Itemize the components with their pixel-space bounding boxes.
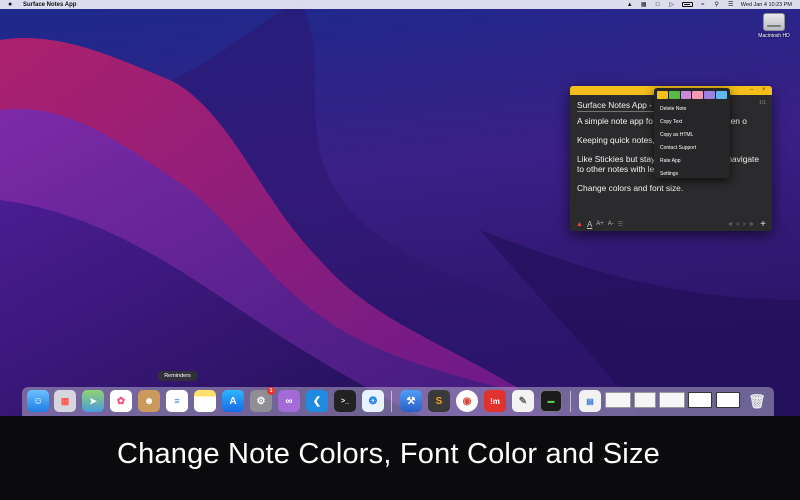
launchpad-icon[interactable]: ▦ [54, 390, 76, 412]
color-swatch[interactable] [704, 91, 716, 99]
photos-icon[interactable]: ✿ [110, 390, 132, 412]
sublime-text-icon[interactable]: S [428, 390, 450, 412]
font-color-button[interactable]: A [587, 220, 592, 229]
display-icon[interactable]: □ [654, 2, 662, 8]
caption-text: Change Note Colors, Font Color and Size [117, 438, 660, 470]
add-note-button[interactable]: + [760, 219, 766, 230]
visual-studio-icon[interactable]: ∞ [278, 390, 300, 412]
xcode-icon[interactable]: ⚒ [400, 390, 422, 412]
minimized-window-thumbnail[interactable] [716, 392, 740, 408]
sound-icon[interactable]: ▷ [668, 2, 676, 8]
desktop-screen: ● Surface Notes App ▲ ▦ □ ▷ ≈ ⚲ ☰ Wed Ja… [0, 0, 800, 416]
minimized-window-thumbnail[interactable] [659, 392, 685, 408]
maps-icon[interactable]: ➤ [82, 390, 104, 412]
minimized-window-thumbnail[interactable] [634, 392, 656, 408]
contacts-icon[interactable]: ☻ [138, 390, 160, 412]
desktop-disk[interactable]: Macintosh HD [754, 13, 794, 39]
note-context-menu: Delete Note Copy Text Copy as HTML Conta… [654, 88, 730, 178]
first-note-button[interactable]: « [729, 221, 733, 228]
settings-badge: 1 [267, 387, 275, 395]
last-note-button[interactable]: » [749, 221, 753, 228]
menubar-app-name[interactable]: Surface Notes App [23, 2, 76, 8]
search-icon[interactable]: ⚲ [713, 2, 721, 8]
close-icon[interactable]: × [762, 87, 766, 94]
color-swatch[interactable] [716, 91, 727, 99]
note-footer: ▲ A A+ A- ☰ « ‹ › » + [570, 217, 772, 231]
finder-icon[interactable]: ☺ [27, 390, 49, 412]
color-swatches [657, 91, 727, 99]
dock-separator [391, 391, 392, 412]
app-store-icon[interactable]: A [222, 390, 244, 412]
pin-icon[interactable]: ▲ [576, 221, 583, 228]
safari-icon[interactable]: ❂ [362, 390, 384, 412]
dock: ☺ ▦ ➤ ✿ ☻ ≡ A ⚙ 1 ∞ ❮ >_ ❂ ⚒ S ◉ !m ✎ ▬ ▤… [22, 387, 774, 416]
vscode-icon[interactable]: ❮ [306, 390, 328, 412]
copy-as-html-menu-item[interactable]: Copy as HTML [654, 129, 730, 142]
font-smaller-button[interactable]: A- [608, 221, 614, 227]
note-paragraph: Change colors and font size. [577, 183, 684, 193]
dock-tooltip: Reminders [158, 371, 197, 381]
screen-app-icon[interactable]: ▬ [540, 390, 562, 412]
wifi-icon[interactable]: ≈ [699, 2, 707, 8]
menubar-status-area: ▲ ▦ □ ▷ ≈ ⚲ ☰ Wed Jan 4 10:23 PM [626, 2, 792, 8]
trash-icon[interactable]: 🗑 [746, 390, 768, 412]
textedit-icon[interactable]: ✎ [512, 390, 534, 412]
disk-label: Macintosh HD [758, 33, 790, 39]
color-swatch[interactable] [692, 91, 704, 99]
apple-menu-icon[interactable]: ● [8, 0, 15, 9]
system-settings-icon[interactable]: ⚙ 1 [250, 387, 275, 412]
delete-note-menu-item[interactable]: Delete Note [654, 103, 730, 116]
font-larger-button[interactable]: A+ [596, 221, 604, 227]
color-swatch[interactable] [668, 91, 680, 99]
surface-notes-status-icon[interactable]: ▲ [626, 2, 634, 8]
control-center-icon[interactable]: ☰ [727, 2, 735, 8]
keyboard-icon[interactable]: ▦ [640, 2, 648, 8]
note-page-indicator: 1/1 [759, 100, 766, 106]
settings-menu-item[interactable]: Settings [654, 168, 730, 181]
next-note-button[interactable]: › [743, 221, 745, 228]
terminal-icon[interactable]: >_ [334, 390, 356, 412]
reminders-icon[interactable]: ≡ [166, 390, 188, 412]
document-icon[interactable]: ▤ [579, 390, 601, 412]
minimize-icon[interactable]: – [750, 87, 753, 94]
hard-drive-icon[interactable] [763, 13, 785, 31]
menu-icon[interactable]: ☰ [618, 221, 623, 228]
dock-separator [570, 391, 571, 412]
notes-icon[interactable] [194, 390, 216, 412]
rate-app-menu-item[interactable]: Rate App [654, 155, 730, 168]
menubar-clock[interactable]: Wed Jan 4 10:23 PM [741, 2, 792, 8]
im-app-icon[interactable]: !m [484, 390, 506, 412]
color-swatch[interactable] [657, 91, 668, 99]
copy-text-menu-item[interactable]: Copy Text [654, 116, 730, 129]
color-swatch[interactable] [680, 91, 692, 99]
minimized-window-thumbnail[interactable] [688, 392, 712, 408]
contact-support-menu-item[interactable]: Contact Support [654, 142, 730, 155]
prev-note-button[interactable]: ‹ [737, 221, 739, 228]
menubar: ● Surface Notes App ▲ ▦ □ ▷ ≈ ⚲ ☰ Wed Ja… [0, 0, 800, 9]
chrome-icon[interactable]: ◉ [456, 390, 478, 412]
minimized-window-thumbnail[interactable] [605, 392, 631, 408]
note-title: Surface Notes App - ... [577, 100, 662, 112]
battery-icon[interactable] [681, 2, 693, 7]
